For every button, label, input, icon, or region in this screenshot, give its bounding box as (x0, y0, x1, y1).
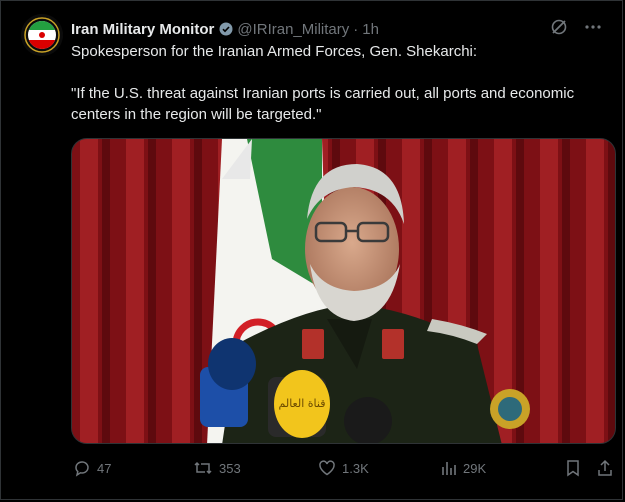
views-button[interactable]: 29K (441, 456, 486, 480)
reply-button[interactable]: 47 (73, 456, 111, 480)
like-button[interactable]: 1.3K (318, 456, 369, 480)
views-chart-icon (442, 462, 456, 475)
tweet-header: Iran Military Monitor @IRIran_Military ·… (71, 18, 602, 40)
bookmark-icon (567, 460, 579, 477)
iran-flag-emblem-icon (21, 14, 63, 56)
repost-count: 353 (219, 460, 241, 476)
tweet-actions: 47 353 1.3K 29K (71, 456, 616, 480)
tweet-media-photo[interactable]: قناة العالم (71, 138, 616, 444)
repost-icon (194, 461, 212, 475)
more-options-icon[interactable] (584, 18, 602, 40)
reply-icon (75, 461, 89, 477)
tweet-card: Iran Military Monitor @IRIran_Military ·… (0, 0, 623, 500)
account-avatar[interactable] (21, 14, 63, 56)
tweet-text-quote: "If the U.S. threat against Iranian port… (71, 85, 575, 123)
views-count: 29K (463, 460, 487, 476)
verified-badge-icon (219, 22, 233, 36)
reply-count: 47 (97, 460, 112, 476)
post-time[interactable]: 1h (362, 21, 379, 38)
account-name[interactable]: Iran Military Monitor (71, 21, 214, 38)
bookmark-button[interactable] (565, 456, 581, 480)
mic-flag-label: قناة العالم (279, 397, 326, 410)
heart-icon (319, 460, 335, 476)
tweet-text: Spokesperson for the Iranian Armed Force… (71, 41, 591, 125)
separator-dot: · (353, 20, 359, 38)
grok-icon[interactable] (550, 18, 568, 40)
share-icon (598, 459, 612, 476)
general-press-photo: قناة العالم (72, 139, 615, 443)
repost-button[interactable]: 353 (193, 456, 241, 480)
like-count: 1.3K (342, 460, 369, 476)
account-handle[interactable]: @IRIran_Military (237, 21, 349, 38)
share-button[interactable] (596, 456, 614, 480)
tweet-text-line1: Spokesperson for the Iranian Armed Force… (71, 43, 478, 60)
